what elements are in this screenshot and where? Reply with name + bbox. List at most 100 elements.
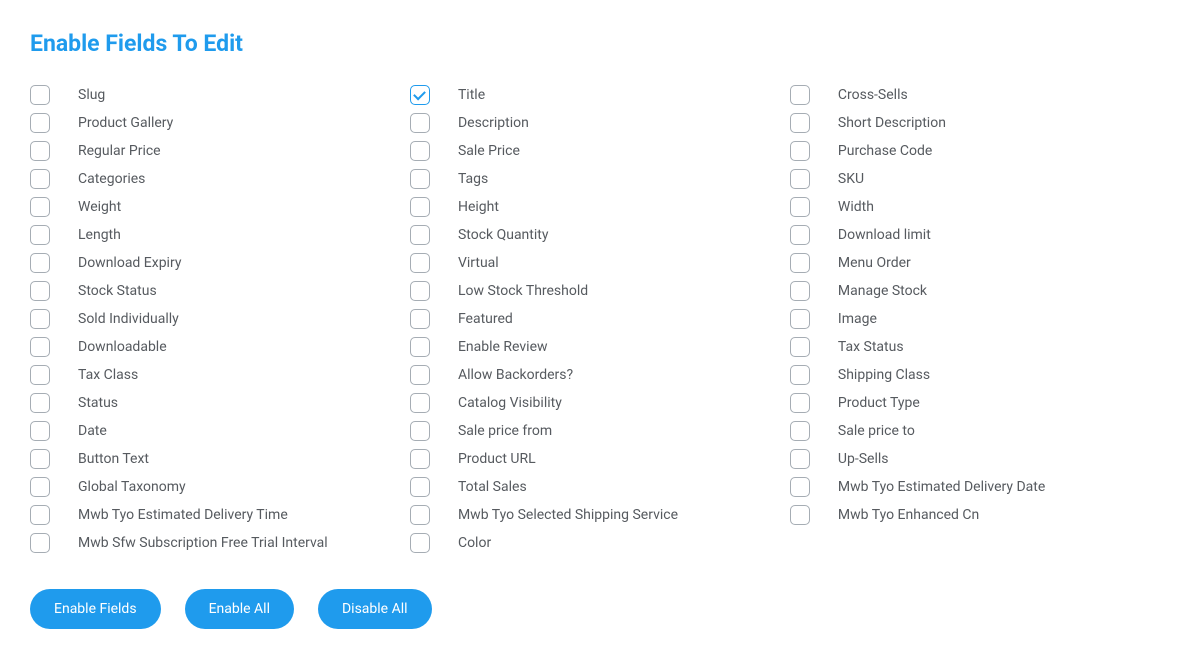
- field-label: Sale price to: [838, 422, 915, 441]
- field-label: Up-Sells: [838, 450, 889, 469]
- field-checkbox[interactable]: [790, 337, 810, 357]
- field-checkbox[interactable]: [30, 365, 50, 385]
- fields-grid: SlugTitleCross-SellsProduct GalleryDescr…: [30, 81, 1170, 557]
- field-checkbox[interactable]: [410, 85, 430, 105]
- field-checkbox[interactable]: [790, 421, 810, 441]
- field-checkbox[interactable]: [30, 169, 50, 189]
- field-checkbox[interactable]: [790, 281, 810, 301]
- field-checkbox[interactable]: [30, 85, 50, 105]
- field-row: Sale price to: [790, 417, 1170, 445]
- field-label: Tax Status: [838, 338, 904, 357]
- field-checkbox[interactable]: [30, 449, 50, 469]
- field-checkbox[interactable]: [790, 197, 810, 217]
- enable-fields-button[interactable]: Enable Fields: [30, 589, 161, 629]
- field-checkbox[interactable]: [410, 281, 430, 301]
- field-row: Download limit: [790, 221, 1170, 249]
- field-checkbox[interactable]: [790, 309, 810, 329]
- field-checkbox[interactable]: [410, 505, 430, 525]
- field-label: Catalog Visibility: [458, 394, 562, 413]
- field-row: Catalog Visibility: [410, 389, 790, 417]
- field-row: Date: [30, 417, 410, 445]
- field-checkbox[interactable]: [790, 85, 810, 105]
- field-row: Stock Quantity: [410, 221, 790, 249]
- field-checkbox[interactable]: [410, 141, 430, 161]
- field-row: Virtual: [410, 249, 790, 277]
- field-row: Download Expiry: [30, 249, 410, 277]
- button-row: Enable Fields Enable All Disable All: [30, 589, 1170, 629]
- field-checkbox[interactable]: [30, 337, 50, 357]
- field-checkbox[interactable]: [790, 141, 810, 161]
- field-checkbox[interactable]: [410, 533, 430, 553]
- disable-all-button[interactable]: Disable All: [318, 589, 432, 629]
- field-checkbox[interactable]: [30, 477, 50, 497]
- field-row: Slug: [30, 81, 410, 109]
- field-label: Total Sales: [458, 478, 527, 497]
- field-label: Stock Quantity: [458, 226, 549, 245]
- field-checkbox[interactable]: [30, 113, 50, 133]
- field-label: Sale price from: [458, 422, 552, 441]
- field-row: Length: [30, 221, 410, 249]
- field-checkbox[interactable]: [410, 365, 430, 385]
- field-checkbox[interactable]: [30, 421, 50, 441]
- field-label: Mwb Tyo Estimated Delivery Date: [838, 478, 1045, 497]
- field-checkbox[interactable]: [30, 393, 50, 413]
- field-checkbox[interactable]: [790, 393, 810, 413]
- field-checkbox[interactable]: [410, 197, 430, 217]
- field-label: Width: [838, 198, 874, 217]
- field-row: Downloadable: [30, 333, 410, 361]
- field-checkbox[interactable]: [790, 505, 810, 525]
- field-checkbox[interactable]: [790, 253, 810, 273]
- field-checkbox[interactable]: [410, 225, 430, 245]
- field-label: Color: [458, 534, 491, 553]
- field-checkbox[interactable]: [410, 253, 430, 273]
- field-checkbox[interactable]: [790, 225, 810, 245]
- field-checkbox[interactable]: [410, 421, 430, 441]
- field-checkbox[interactable]: [790, 169, 810, 189]
- field-label: Shipping Class: [838, 366, 930, 385]
- field-row: Manage Stock: [790, 277, 1170, 305]
- field-checkbox[interactable]: [410, 477, 430, 497]
- field-checkbox[interactable]: [790, 477, 810, 497]
- field-checkbox[interactable]: [790, 113, 810, 133]
- field-label: Length: [78, 226, 121, 245]
- field-row: Width: [790, 193, 1170, 221]
- field-label: Download Expiry: [78, 254, 181, 273]
- field-label: Download limit: [838, 226, 931, 245]
- field-checkbox[interactable]: [30, 225, 50, 245]
- field-row: Weight: [30, 193, 410, 221]
- field-label: Sold Individually: [78, 310, 179, 329]
- field-row: Menu Order: [790, 249, 1170, 277]
- page-heading: Enable Fields To Edit: [30, 30, 1170, 57]
- field-label: Low Stock Threshold: [458, 282, 588, 301]
- field-checkbox[interactable]: [410, 337, 430, 357]
- field-row: Low Stock Threshold: [410, 277, 790, 305]
- field-label: Short Description: [838, 114, 946, 133]
- field-row: Product Type: [790, 389, 1170, 417]
- field-checkbox[interactable]: [410, 309, 430, 329]
- enable-all-button[interactable]: Enable All: [185, 589, 294, 629]
- field-checkbox[interactable]: [30, 253, 50, 273]
- field-checkbox[interactable]: [790, 365, 810, 385]
- field-row: Mwb Tyo Estimated Delivery Time: [30, 501, 410, 529]
- field-checkbox[interactable]: [30, 197, 50, 217]
- field-checkbox[interactable]: [30, 505, 50, 525]
- field-checkbox[interactable]: [30, 141, 50, 161]
- field-row: Button Text: [30, 445, 410, 473]
- field-label: Description: [458, 114, 529, 133]
- field-checkbox[interactable]: [410, 113, 430, 133]
- field-row: Mwb Sfw Subscription Free Trial Interval: [30, 529, 410, 557]
- field-row: Sale Price: [410, 137, 790, 165]
- field-checkbox[interactable]: [410, 449, 430, 469]
- field-checkbox[interactable]: [790, 449, 810, 469]
- field-checkbox[interactable]: [30, 281, 50, 301]
- field-checkbox[interactable]: [410, 169, 430, 189]
- field-checkbox[interactable]: [30, 533, 50, 553]
- field-checkbox[interactable]: [30, 309, 50, 329]
- field-row: Mwb Tyo Estimated Delivery Date: [790, 473, 1170, 501]
- field-label: Tags: [458, 170, 488, 189]
- field-label: Sale Price: [458, 142, 520, 161]
- field-row: Stock Status: [30, 277, 410, 305]
- field-label: Cross-Sells: [838, 86, 908, 105]
- field-label: Product URL: [458, 450, 536, 469]
- field-checkbox[interactable]: [410, 393, 430, 413]
